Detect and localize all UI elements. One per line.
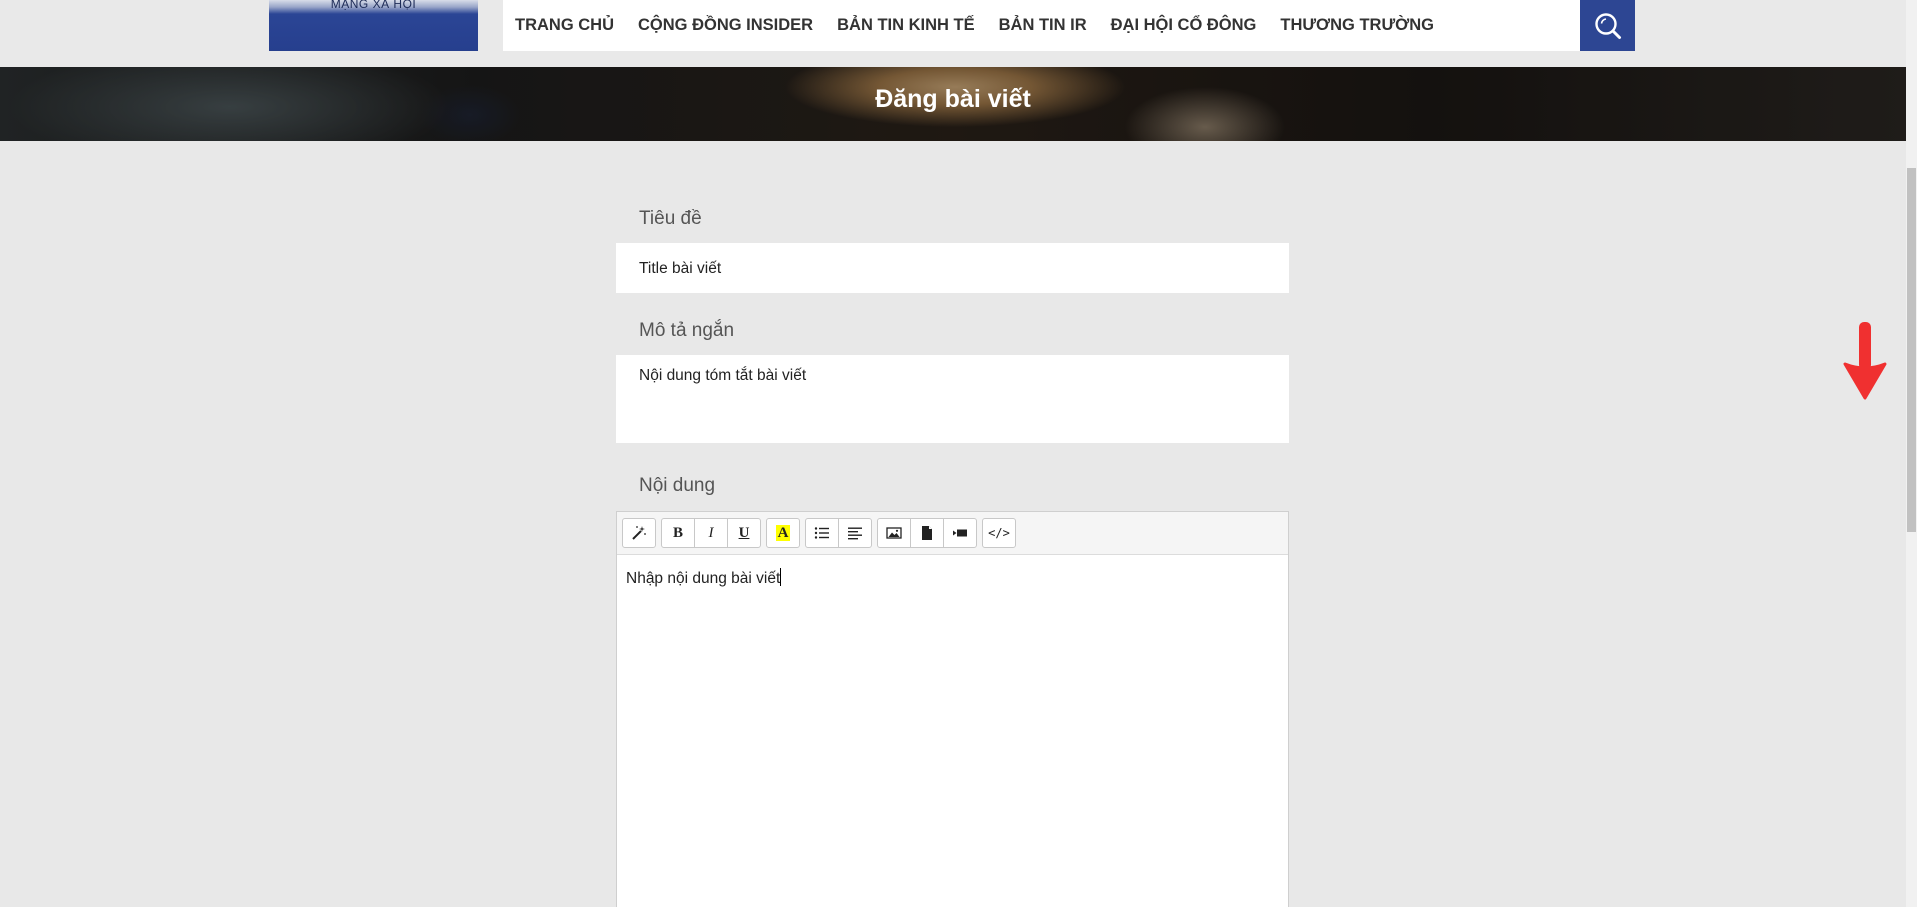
page-banner: Đăng bài viết	[0, 67, 1906, 141]
search-button[interactable]	[1580, 0, 1635, 51]
editor-toolbar: B I U A </>	[617, 512, 1288, 555]
nav-item-economic-news[interactable]: BẢN TIN KINH TẾ	[837, 16, 975, 35]
description-textarea[interactable]: Nội dung tóm tắt bài viết	[616, 355, 1289, 443]
editor-content-area[interactable]: Nhập nội dung bài viết	[617, 555, 1288, 588]
nav-item-ir-news[interactable]: BẢN TIN IR	[999, 16, 1087, 35]
text-color-icon: A	[775, 525, 791, 541]
code-view-button[interactable]: </>	[982, 518, 1016, 548]
search-icon	[1594, 12, 1621, 39]
content-label: Nội dung	[639, 475, 716, 496]
scrollbar-thumb[interactable]	[1907, 168, 1916, 532]
toolbar-group-paragraph	[805, 518, 872, 548]
page-scrollbar[interactable]	[1906, 0, 1917, 907]
description-label: Mô tả ngắn	[639, 320, 735, 341]
site-logo[interactable]: MẠNG XÃ HỘI	[269, 0, 478, 51]
video-icon	[953, 529, 967, 537]
toolbar-group-color: A	[766, 518, 800, 548]
page: MẠNG XÃ HỘI TRANG CHỦ CỘNG ĐỒNG INSIDER …	[0, 0, 1917, 907]
magic-wand-button[interactable]	[622, 518, 656, 548]
nav-item-marketplace[interactable]: THƯƠNG TRƯỜNG	[1280, 16, 1434, 35]
main-nav: TRANG CHỦ CỘNG ĐỒNG INSIDER BẢN TIN KINH…	[503, 0, 1580, 51]
align-icon	[848, 527, 862, 540]
editor-text: Nhập nội dung bài viết	[626, 570, 781, 587]
text-caret	[780, 568, 782, 586]
underline-icon: U	[738, 524, 750, 541]
align-button[interactable]	[838, 518, 872, 548]
bold-icon: B	[672, 524, 683, 541]
toolbar-group-code: </>	[982, 518, 1016, 548]
insert-video-button[interactable]	[943, 518, 977, 548]
document-icon	[922, 526, 932, 540]
magic-wand-icon	[632, 526, 646, 540]
unordered-list-button[interactable]	[805, 518, 839, 548]
insert-image-button[interactable]	[877, 518, 911, 548]
toolbar-group-style	[622, 518, 656, 548]
nav-item-home[interactable]: TRANG CHỦ	[515, 16, 614, 35]
insert-document-button[interactable]	[910, 518, 944, 548]
title-input[interactable]: Title bài viết	[616, 243, 1289, 293]
site-header: MẠNG XÃ HỘI TRANG CHỦ CỘNG ĐỒNG INSIDER …	[0, 0, 1906, 67]
nav-item-shareholders-meeting[interactable]: ĐẠI HỘI CỔ ĐÔNG	[1111, 16, 1257, 35]
title-label: Tiêu đề	[639, 208, 702, 229]
toolbar-group-font: B I U	[661, 518, 761, 548]
underline-button[interactable]: U	[727, 518, 761, 548]
nav-item-community-insider[interactable]: CỘNG ĐỒNG INSIDER	[638, 16, 813, 35]
logo-text: MẠNG XÃ HỘI	[330, 0, 417, 11]
bold-button[interactable]: B	[661, 518, 695, 548]
image-icon	[886, 527, 902, 539]
unordered-list-icon	[814, 527, 829, 539]
toolbar-group-insert	[877, 518, 977, 548]
page-title: Đăng bài viết	[875, 85, 1031, 113]
rich-text-editor: B I U A </> Nhập nội dung bài viết	[616, 511, 1289, 907]
italic-button[interactable]: I	[694, 518, 728, 548]
text-color-button[interactable]: A	[766, 518, 800, 548]
code-view-icon: </>	[988, 526, 1010, 540]
down-arrow-icon	[1843, 322, 1887, 400]
italic-icon: I	[708, 524, 714, 541]
